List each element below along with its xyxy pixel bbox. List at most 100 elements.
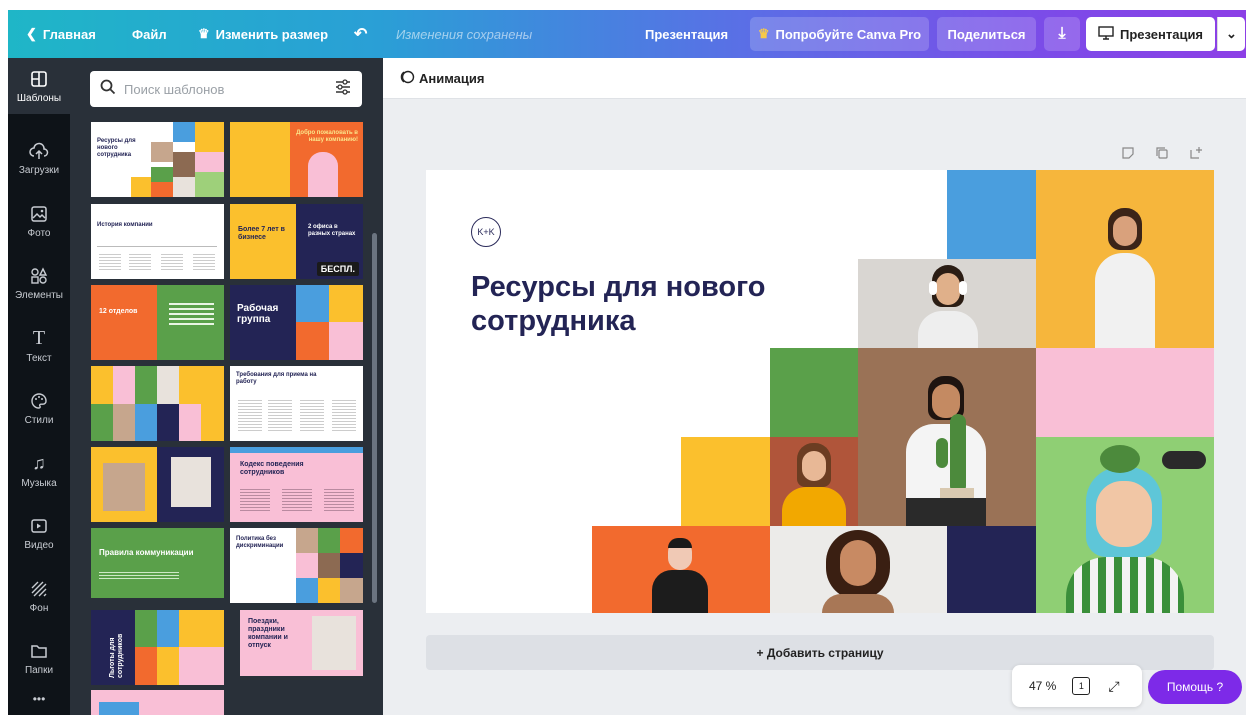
- rail-item-text[interactable]: T Текст: [8, 318, 70, 374]
- text-icon: T: [32, 327, 46, 349]
- fullscreen-icon[interactable]: ⤢: [1108, 678, 1119, 695]
- rail-label: Видео: [24, 539, 54, 551]
- rail-item-uploads[interactable]: Загрузки: [8, 130, 70, 186]
- photo-woman-broccoli: [1036, 437, 1214, 613]
- filter-icon[interactable]: [334, 78, 352, 100]
- template-thumbnail[interactable]: Поездки, праздники компании и отпуск: [240, 610, 363, 676]
- slide-title[interactable]: Ресурсы для нового сотрудника: [471, 270, 801, 338]
- rail-label: Фон: [29, 602, 49, 614]
- thumbnail-title: Кодекс поведения сотрудников: [240, 461, 304, 476]
- photo-woman-smiling: [1036, 170, 1214, 348]
- template-thumbnail[interactable]: [91, 690, 224, 715]
- template-thumbnail[interactable]: Рабочая группа: [230, 285, 363, 360]
- file-menu[interactable]: Файл: [132, 10, 167, 58]
- thumbnail-title: Более 7 лет в бизнесе: [238, 226, 285, 241]
- color-block-navy: [947, 526, 1036, 613]
- animation-label: Анимация: [419, 70, 485, 86]
- thumbnail-title: 2 офиса в разных странах: [308, 224, 356, 237]
- thumbnail-title: Ресурсы для нового сотрудника: [97, 138, 136, 158]
- template-search-box: [90, 71, 362, 107]
- rail-item-background[interactable]: Фон: [8, 568, 70, 624]
- rail-item-more[interactable]: •••: [8, 683, 70, 715]
- template-thumbnail[interactable]: Правила коммуникации: [91, 528, 224, 598]
- template-thumbnail[interactable]: Политика без дискриминации: [230, 528, 363, 603]
- rail-label: Загрузки: [18, 164, 60, 176]
- rail-label: Шаблоны: [16, 92, 62, 104]
- color-block-yellow: [681, 437, 770, 526]
- photo-icon: [29, 204, 49, 224]
- video-icon: [29, 516, 49, 536]
- duplicate-page-icon[interactable]: [1155, 146, 1169, 165]
- try-pro-button[interactable]: ♛ Попробуйте Canva Pro: [750, 17, 929, 51]
- color-block-green: [770, 348, 858, 437]
- try-pro-label: Попробуйте Canva Pro: [775, 26, 922, 42]
- rail-item-video[interactable]: Видео: [8, 505, 70, 561]
- resize-label: Изменить размер: [215, 26, 329, 42]
- more-icon: •••: [32, 692, 46, 706]
- saved-status: Изменения сохранены: [396, 26, 533, 42]
- panel-scrollbar[interactable]: [372, 233, 377, 603]
- person-silhouette: [1090, 198, 1160, 348]
- present-options-button[interactable]: ⌄: [1217, 17, 1245, 51]
- present-button[interactable]: Презентация: [1086, 17, 1215, 51]
- rail-item-elements[interactable]: Элементы: [8, 255, 70, 311]
- zoom-controls: 47 % 1 ⤢: [1012, 665, 1142, 707]
- present-icon: [1098, 25, 1114, 43]
- download-button[interactable]: ⤓: [1044, 17, 1080, 51]
- resize-button[interactable]: ♛ Изменить размер: [198, 10, 328, 58]
- share-button[interactable]: Поделиться: [937, 17, 1036, 51]
- home-link[interactable]: ❮ Главная: [26, 10, 96, 58]
- file-label: Файл: [132, 26, 167, 42]
- template-thumbnail[interactable]: Ресурсы для нового сотрудника: [91, 122, 224, 197]
- thumbnail-title: Политика без дискриминации: [236, 536, 284, 549]
- rail-label: Папки: [24, 664, 54, 676]
- music-icon: ♫: [32, 453, 46, 473]
- template-thumbnail[interactable]: 12 отделов: [91, 285, 224, 360]
- elements-icon: [29, 266, 49, 286]
- color-block-pink: [1036, 348, 1214, 437]
- thumbnail-title: 12 отделов: [99, 308, 138, 315]
- zoom-level[interactable]: 47 %: [1029, 679, 1056, 693]
- slide-canvas[interactable]: K+K Ресурсы для нового сотрудника: [426, 170, 1214, 613]
- rail-item-music[interactable]: ♫ Музыка: [8, 443, 70, 499]
- note-icon[interactable]: [1121, 146, 1135, 165]
- thumbnail-title: История компании: [97, 222, 153, 228]
- rail-label: Музыка: [21, 477, 57, 489]
- template-thumbnail[interactable]: [91, 366, 224, 441]
- undo-icon: ↶: [354, 26, 368, 43]
- doc-type-label: Презентация: [645, 26, 729, 42]
- help-button[interactable]: Помощь ?: [1148, 670, 1242, 704]
- add-page-icon[interactable]: [1189, 146, 1203, 165]
- template-thumbnail[interactable]: Кодекс поведения сотрудников: [230, 447, 363, 522]
- template-thumbnail[interactable]: История компании: [91, 204, 224, 279]
- template-search-input[interactable]: [124, 81, 334, 97]
- rail-item-styles[interactable]: Стили: [8, 380, 70, 436]
- rail-item-photos[interactable]: Фото: [8, 193, 70, 249]
- photo-woman-yellow-sweater: [770, 437, 858, 526]
- template-thumbnail[interactable]: Добро пожаловать в нашу компанию!: [230, 122, 363, 197]
- template-thumbnail[interactable]: [91, 447, 224, 522]
- template-thumbnail[interactable]: Более 7 лет в бизнесе 2 офиса в разных с…: [230, 204, 363, 279]
- side-rail: Шаблоны Загрузки Фото Элементы T Текст С…: [8, 58, 70, 715]
- template-thumbnail[interactable]: Льготы для сотрудников: [91, 610, 224, 685]
- page-counter[interactable]: 1: [1072, 677, 1091, 695]
- doc-type-title[interactable]: Презентация: [645, 10, 728, 58]
- thumbnail-title: Правила коммуникации: [99, 548, 194, 557]
- animation-button[interactable]: Анимация: [399, 69, 484, 88]
- upload-cloud-icon: [29, 141, 49, 161]
- rail-item-folders[interactable]: Папки: [8, 630, 70, 686]
- editor-area: Анимация K+K Ресурсы для нового сотрудни…: [383, 58, 1246, 715]
- page-tools: [1121, 146, 1203, 165]
- photo-woman-curly-hair: [770, 526, 947, 613]
- animation-icon: [399, 69, 415, 88]
- undo-button[interactable]: ↶: [354, 10, 367, 58]
- photo-man-cactus: [858, 348, 1036, 526]
- crown-icon: ♛: [757, 26, 770, 41]
- thumbnail-title: Льготы для сотрудников: [109, 633, 124, 678]
- rail-label: Стили: [24, 414, 54, 426]
- template-thumbnail[interactable]: Требования для приема на работу: [230, 366, 363, 441]
- templates-icon: [29, 69, 49, 89]
- color-block-blue: [947, 170, 1036, 259]
- rail-item-templates[interactable]: Шаблоны: [8, 58, 70, 114]
- thumbnail-title: Требования для приема на работу: [236, 372, 317, 385]
